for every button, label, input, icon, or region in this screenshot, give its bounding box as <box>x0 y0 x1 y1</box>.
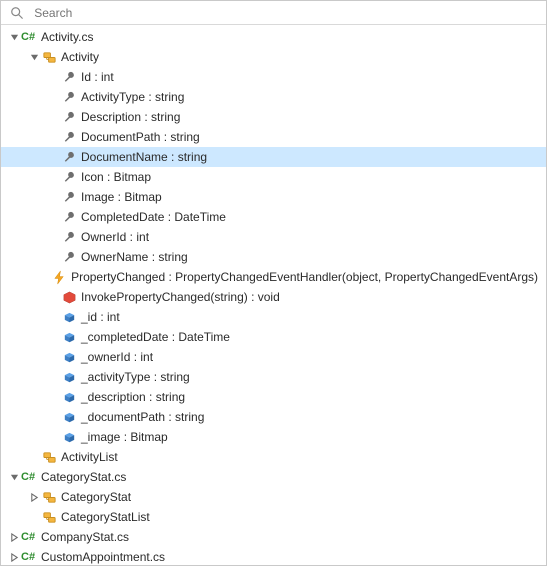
property-icon <box>61 209 77 225</box>
csharp-file-icon: C# <box>21 471 39 483</box>
field-icon <box>61 329 77 345</box>
tree-item-label: InvokePropertyChanged(string) : void <box>81 290 288 304</box>
expand-arrow-right-icon[interactable] <box>7 533 21 542</box>
tree-item-label: _activityType : string <box>81 370 198 384</box>
tree-item-label: OwnerName : string <box>81 250 196 264</box>
field-icon <box>61 369 77 385</box>
method-icon <box>61 289 77 305</box>
tree-row[interactable]: OwnerName : string <box>1 247 546 267</box>
tree-row[interactable]: Image : Bitmap <box>1 187 546 207</box>
tree-item-label: CompletedDate : DateTime <box>81 210 234 224</box>
property-icon <box>61 189 77 205</box>
tree-item-label: _ownerId : int <box>81 350 161 364</box>
class-icon <box>41 449 57 465</box>
tree-item-label: _id : int <box>81 310 128 324</box>
field-icon <box>61 409 77 425</box>
property-icon <box>61 129 77 145</box>
expand-arrow-right-icon[interactable] <box>27 493 41 502</box>
tree-item-label: CategoryStat <box>61 490 139 504</box>
tree-row[interactable]: C#Activity.cs <box>1 27 546 47</box>
tree-item-label: Activity <box>61 50 107 64</box>
tree-item-label: DocumentName : string <box>81 150 215 164</box>
class-icon <box>41 489 57 505</box>
tree-row[interactable]: PropertyChanged : PropertyChangedEventHa… <box>1 267 546 287</box>
search-icon <box>9 5 24 21</box>
tree-row[interactable]: DocumentPath : string <box>1 127 546 147</box>
class-icon <box>41 49 57 65</box>
csharp-file-icon: C# <box>21 551 39 563</box>
tree-row[interactable]: InvokePropertyChanged(string) : void <box>1 287 546 307</box>
search-bar <box>1 1 546 25</box>
expand-arrow-down-icon[interactable] <box>7 33 21 42</box>
tree-item-label: _completedDate : DateTime <box>81 330 238 344</box>
tree-row[interactable]: C#CustomAppointment.cs <box>1 547 546 565</box>
search-input[interactable] <box>34 6 538 20</box>
csharp-file-icon: C# <box>21 531 39 543</box>
tree-row[interactable]: Id : int <box>1 67 546 87</box>
field-icon <box>61 349 77 365</box>
tree-row[interactable]: _image : Bitmap <box>1 427 546 447</box>
tree-row[interactable]: _description : string <box>1 387 546 407</box>
tree-item-label: ActivityList <box>61 450 126 464</box>
expand-arrow-down-icon[interactable] <box>27 53 41 62</box>
class-icon <box>41 509 57 525</box>
tree-row[interactable]: _activityType : string <box>1 367 546 387</box>
tree-row[interactable]: DocumentName : string <box>1 147 546 167</box>
field-icon <box>61 429 77 445</box>
property-icon <box>61 149 77 165</box>
tree-item-label: Image : Bitmap <box>81 190 170 204</box>
expand-arrow-down-icon[interactable] <box>7 473 21 482</box>
tree-row[interactable]: _completedDate : DateTime <box>1 327 546 347</box>
tree-item-label: Activity.cs <box>41 30 101 44</box>
expand-arrow-right-icon[interactable] <box>7 553 21 562</box>
tree-row[interactable]: Activity <box>1 47 546 67</box>
field-icon <box>61 389 77 405</box>
tree-item-label: Id : int <box>81 70 122 84</box>
tree-row[interactable]: Description : string <box>1 107 546 127</box>
tree-row[interactable]: ActivityList <box>1 447 546 467</box>
tree-row[interactable]: ActivityType : string <box>1 87 546 107</box>
tree-row[interactable]: CategoryStat <box>1 487 546 507</box>
property-icon <box>61 229 77 245</box>
tree-row[interactable]: CategoryStatList <box>1 507 546 527</box>
csharp-file-icon: C# <box>21 31 39 43</box>
tree-row[interactable]: Icon : Bitmap <box>1 167 546 187</box>
tree-item-label: CategoryStat.cs <box>41 470 134 484</box>
tree-row[interactable]: _documentPath : string <box>1 407 546 427</box>
property-icon <box>61 169 77 185</box>
tree-item-label: CategoryStatList <box>61 510 158 524</box>
tree-item-label: _documentPath : string <box>81 410 212 424</box>
tree-row[interactable]: _ownerId : int <box>1 347 546 367</box>
tree-item-label: _description : string <box>81 390 193 404</box>
tree-row[interactable]: C#CompanyStat.cs <box>1 527 546 547</box>
property-icon <box>61 89 77 105</box>
tree-view[interactable]: C#Activity.csActivityId : intActivityTyp… <box>1 25 546 565</box>
event-icon <box>52 269 67 285</box>
tree-item-label: _image : Bitmap <box>81 430 176 444</box>
tree-item-label: Icon : Bitmap <box>81 170 159 184</box>
property-icon <box>61 69 77 85</box>
tree-item-label: PropertyChanged : PropertyChangedEventHa… <box>71 270 546 284</box>
panel-root: C#Activity.csActivityId : intActivityTyp… <box>0 0 547 566</box>
tree-row[interactable]: OwnerId : int <box>1 227 546 247</box>
tree-row[interactable]: C#CategoryStat.cs <box>1 467 546 487</box>
tree-item-label: ActivityType : string <box>81 90 192 104</box>
tree-item-label: CustomAppointment.cs <box>41 550 173 564</box>
tree-item-label: Description : string <box>81 110 188 124</box>
property-icon <box>61 249 77 265</box>
tree-item-label: CompanyStat.cs <box>41 530 137 544</box>
tree-item-label: OwnerId : int <box>81 230 157 244</box>
property-icon <box>61 109 77 125</box>
tree-item-label: DocumentPath : string <box>81 130 208 144</box>
field-icon <box>61 309 77 325</box>
tree-row[interactable]: _id : int <box>1 307 546 327</box>
tree-row[interactable]: CompletedDate : DateTime <box>1 207 546 227</box>
